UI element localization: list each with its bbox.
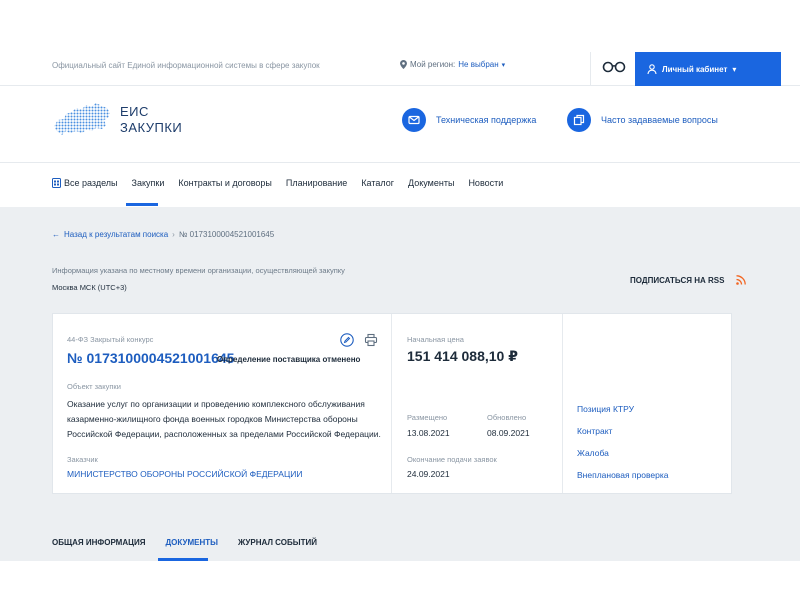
chevron-down-icon: ▾ <box>732 64 737 74</box>
nav-active-indicator <box>126 203 158 206</box>
nav-item-catalog[interactable]: Каталог <box>361 178 394 188</box>
purchase-status: Определение поставщика отменено <box>217 355 361 364</box>
copy-icon <box>573 114 585 126</box>
faq-link[interactable]: Часто задаваемые вопросы <box>601 115 718 125</box>
nav-divider <box>0 162 800 163</box>
nav-item-purchases[interactable]: Закупки <box>132 178 165 188</box>
tab-event-log[interactable]: ЖУРНАЛ СОБЫТИЙ <box>238 538 317 547</box>
updated-label: Обновлено <box>487 413 527 422</box>
header-divider <box>590 52 591 86</box>
personal-cabinet-button[interactable]: Личный кабинет ▾ <box>635 52 781 86</box>
related-links: Позиция КТРУ Контракт Жалоба Внеплановая… <box>577 402 668 482</box>
mail-icon <box>408 115 420 125</box>
card-divider <box>562 314 563 493</box>
nav-item-contracts[interactable]: Контракты и договоры <box>178 178 272 188</box>
published-date: 13.08.2021 <box>407 428 450 438</box>
contract-link[interactable]: Контракт <box>577 424 668 438</box>
site-logo-text[interactable]: ЕИС ЗАКУПКИ <box>120 104 182 136</box>
support-link[interactable]: Техническая поддержка <box>436 115 536 125</box>
nav-item-all-sections[interactable]: Все разделы <box>52 178 118 188</box>
location-pin-icon <box>400 60 407 69</box>
region-selector[interactable]: Мой регион: Не выбран ▾ <box>400 60 505 69</box>
russia-map-logo-icon[interactable] <box>52 100 112 138</box>
deadline-label: Окончание подачи заявок <box>407 455 497 464</box>
rss-icon <box>736 275 747 285</box>
nav-item-planning[interactable]: Планирование <box>286 178 347 188</box>
card-divider <box>391 314 392 493</box>
print-icon[interactable] <box>364 333 378 347</box>
complaint-link[interactable]: Жалоба <box>577 446 668 460</box>
published-label: Размещено <box>407 413 448 422</box>
breadcrumb: ← Назад к результатам поиска › № 0173100… <box>52 230 274 239</box>
rss-subscribe-link[interactable]: ПОДПИСАТЬСЯ НА RSS <box>630 275 747 285</box>
pen-icon[interactable] <box>340 333 354 347</box>
main-nav: Все разделы Закупки Контракты и договоры… <box>52 178 517 188</box>
region-value[interactable]: Не выбран <box>458 60 498 69</box>
updated-date: 08.09.2021 <box>487 428 530 438</box>
object-label: Объект закупки <box>67 382 121 391</box>
logo-line-1: ЕИС <box>120 104 149 119</box>
time-zone-note: Информация указана по местному времени о… <box>52 266 345 275</box>
content-tabs: ОБЩАЯ ИНФОРМАЦИЯ ДОКУМЕНТЫ ЖУРНАЛ СОБЫТИ… <box>52 538 317 547</box>
rss-label: ПОДПИСАТЬСЯ НА RSS <box>630 275 725 285</box>
object-description: Оказание услуг по организации и проведен… <box>67 399 381 439</box>
nav-item-news[interactable]: Новости <box>468 178 503 188</box>
nav-item-label: Все разделы <box>64 178 118 188</box>
logo-line-2: ЗАКУПКИ <box>120 120 183 135</box>
personal-cabinet-label: Личный кабинет <box>662 64 728 74</box>
back-to-results-link[interactable]: Назад к результатам поиска <box>64 230 168 239</box>
user-icon <box>647 64 657 74</box>
unscheduled-inspection-link[interactable]: Внеплановая проверка <box>577 468 668 482</box>
chevron-down-icon: ▾ <box>501 61 506 69</box>
breadcrumb-separator: › <box>172 230 175 239</box>
ktru-position-link[interactable]: Позиция КТРУ <box>577 402 668 416</box>
tab-documents[interactable]: ДОКУМЕНТЫ <box>165 538 217 547</box>
region-label: Мой регион: <box>410 60 456 69</box>
price-label: Начальная цена <box>407 335 464 344</box>
customer-label: Заказчик <box>67 455 98 464</box>
purchase-number[interactable]: № 0173100004521001645 <box>67 350 234 366</box>
tab-active-indicator <box>158 558 208 561</box>
support-icon[interactable] <box>402 108 426 132</box>
tab-general-info[interactable]: ОБЩАЯ ИНФОРМАЦИЯ <box>52 538 145 547</box>
initial-price: 151 414 088,10 ₽ <box>407 348 518 364</box>
site-description: Официальный сайт Единой информационной с… <box>52 61 320 70</box>
arrow-left-icon[interactable]: ← <box>52 230 60 239</box>
deadline-date: 24.09.2021 <box>407 469 450 479</box>
faq-icon[interactable] <box>567 108 591 132</box>
glasses-icon[interactable] <box>602 58 626 74</box>
sections-icon <box>52 178 61 188</box>
nav-item-documents[interactable]: Документы <box>408 178 454 188</box>
customer-link[interactable]: МИНИСТЕРСТВО ОБОРОНЫ РОССИЙСКОЙ ФЕДЕРАЦИ… <box>67 469 302 479</box>
breadcrumb-current: № 0173100004521001645 <box>178 230 275 239</box>
time-zone-value: Москва МСК (UTC+3) <box>52 283 127 292</box>
procurement-law-type: 44-ФЗ Закрытый конкурс <box>67 335 154 344</box>
